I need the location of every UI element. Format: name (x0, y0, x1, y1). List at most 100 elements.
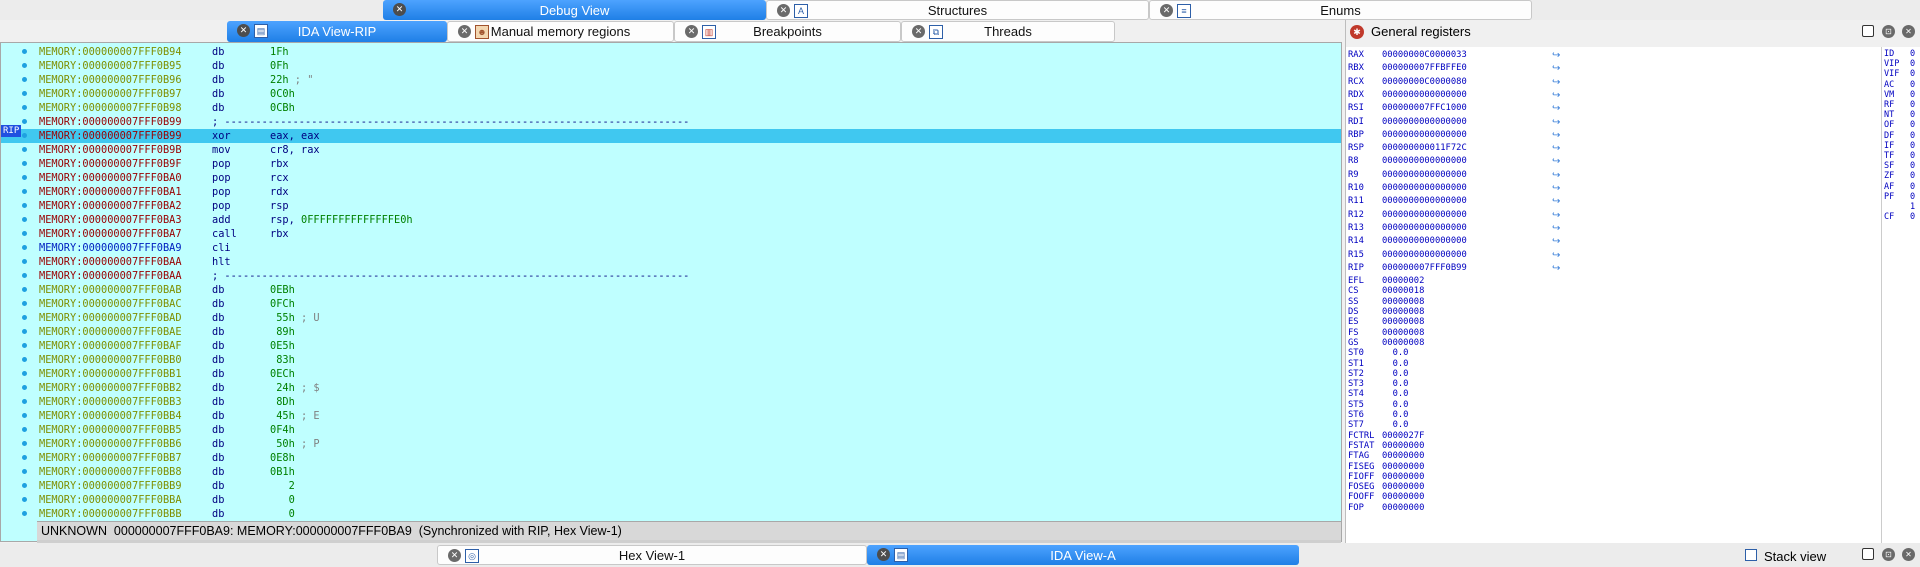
disasm-line[interactable]: MEMORY:000000007FFF0BB6 db 50h ; P (1, 437, 1341, 451)
register-value[interactable]: 0000000000000000 (1382, 222, 1467, 235)
breakpoint-dot-icon[interactable] (22, 273, 27, 278)
disasm-line[interactable]: MEMORY:000000007FFF0BAF db 0E5h (1, 339, 1341, 353)
maximize-button[interactable] (1862, 25, 1874, 37)
breakpoint-dot-icon[interactable] (22, 343, 27, 348)
jump-to-address-icon[interactable]: ↪ (1552, 49, 1560, 62)
flag-value[interactable]: 0 (1910, 151, 1915, 161)
tab-manual-memory-regions[interactable]: ✕ ☻ Manual memory regions (447, 21, 674, 42)
flag-value[interactable]: 0 (1910, 161, 1915, 171)
breakpoint-dot-icon[interactable] (22, 147, 27, 152)
jump-to-address-icon[interactable]: ↪ (1552, 116, 1560, 129)
jump-to-address-icon[interactable]: ↪ (1552, 262, 1560, 275)
disasm-line[interactable]: MEMORY:000000007FFF0BAE db 89h (1, 325, 1341, 339)
register-value[interactable]: 0000000000000000 (1382, 169, 1467, 182)
breakpoint-dot-icon[interactable] (22, 399, 27, 404)
disasm-line[interactable]: MEMORY:000000007FFF0BAB db 0EBh (1, 283, 1341, 297)
tab-ida-view-a[interactable]: ✕ ▤ IDA View-A (867, 545, 1299, 565)
flag-value[interactable]: 0 (1910, 69, 1915, 79)
disasm-line[interactable]: MEMORY:000000007FFF0B94 db 1Fh (1, 45, 1341, 59)
close-button[interactable]: ✕ (1902, 25, 1915, 38)
breakpoint-dot-icon[interactable] (22, 427, 27, 432)
disasm-line[interactable]: MEMORY:000000007FFF0B99 ; ---------------… (1, 115, 1341, 129)
breakpoint-dot-icon[interactable] (22, 77, 27, 82)
jump-to-address-icon[interactable]: ↪ (1552, 235, 1560, 248)
disasm-line[interactable]: MEMORY:000000007FFF0B99 xor eax, eax (1, 129, 1341, 143)
float-button[interactable]: ⊡ (1882, 548, 1895, 561)
disasm-line[interactable]: MEMORY:000000007FFF0BBB db 0 (1, 507, 1341, 521)
disasm-line[interactable]: MEMORY:000000007FFF0B9F pop rbx (1, 157, 1341, 171)
breakpoint-dot-icon[interactable] (22, 63, 27, 68)
disasm-line[interactable]: MEMORY:000000007FFF0BA3 add rsp, 0FFFFFFFF… (1, 213, 1341, 227)
tab-threads[interactable]: ✕ ⧉ Threads (901, 21, 1115, 42)
disasm-line[interactable]: MEMORY:000000007FFF0BAA ; ---------------… (1, 269, 1341, 283)
register-value[interactable]: 0000000000000000 (1382, 249, 1467, 262)
jump-to-address-icon[interactable]: ↪ (1552, 249, 1560, 262)
close-icon[interactable]: ✕ (777, 4, 790, 17)
register-value[interactable]: 0000000000000000 (1382, 129, 1467, 142)
breakpoint-dot-icon[interactable] (22, 371, 27, 376)
jump-to-address-icon[interactable]: ↪ (1552, 89, 1560, 102)
flag-value[interactable]: 0 (1910, 192, 1915, 202)
tab-structures[interactable]: ✕ A Structures (766, 0, 1149, 20)
disasm-line[interactable]: MEMORY:000000007FFF0BA9 cli (1, 241, 1341, 255)
tab-debug-view[interactable]: ✕ Debug View (383, 0, 766, 20)
close-icon[interactable]: ✕ (458, 25, 471, 38)
jump-to-address-icon[interactable]: ↪ (1552, 62, 1560, 75)
disasm-line[interactable]: MEMORY:000000007FFF0BAC db 0FCh (1, 297, 1341, 311)
close-icon[interactable]: ✕ (912, 25, 925, 38)
disasm-line[interactable]: MEMORY:000000007FFF0BAD db 55h ; U (1, 311, 1341, 325)
breakpoint-dot-icon[interactable] (22, 49, 27, 54)
flag-value[interactable]: 0 (1910, 141, 1915, 151)
disasm-line[interactable]: MEMORY:000000007FFF0B95 db 0Fh (1, 59, 1341, 73)
tab-hex-view-1[interactable]: ✕ ◎ Hex View-1 (437, 545, 867, 565)
register-value[interactable]: 000000007FFC1000 (1382, 102, 1467, 115)
breakpoint-dot-icon[interactable] (22, 105, 27, 110)
disasm-line[interactable]: MEMORY:000000007FFF0BA7 call rbx (1, 227, 1341, 241)
disasm-line[interactable]: MEMORY:000000007FFF0BBA db 0 (1, 493, 1341, 507)
register-value[interactable]: 00000000C0000033 (1382, 49, 1467, 62)
tab-ida-view-rip[interactable]: ✕ ▤ IDA View-RIP (227, 21, 447, 42)
jump-to-address-icon[interactable]: ↪ (1552, 222, 1560, 235)
breakpoint-dot-icon[interactable] (22, 497, 27, 502)
breakpoint-dot-icon[interactable] (22, 203, 27, 208)
flag-value[interactable]: 0 (1910, 59, 1915, 69)
breakpoint-dot-icon[interactable] (22, 385, 27, 390)
close-icon[interactable]: ✕ (685, 25, 698, 38)
disassembly-view[interactable]: MEMORY:000000007FFF0B94 db 1Fh MEMORY:00000… (0, 42, 1342, 543)
close-icon[interactable]: ✕ (393, 3, 406, 16)
breakpoint-dot-icon[interactable] (22, 245, 27, 250)
disasm-line[interactable]: MEMORY:000000007FFF0B97 db 0C0h (1, 87, 1341, 101)
breakpoint-dot-icon[interactable] (22, 119, 27, 124)
register-value[interactable]: 0000000000000000 (1382, 195, 1467, 208)
breakpoint-dot-icon[interactable] (22, 441, 27, 446)
disasm-line[interactable]: MEMORY:000000007FFF0BB4 db 45h ; E (1, 409, 1341, 423)
breakpoint-dot-icon[interactable] (22, 133, 27, 138)
flag-value[interactable]: 0 (1910, 90, 1915, 100)
float-button[interactable]: ⊡ (1882, 25, 1895, 38)
flag-value[interactable]: 0 (1910, 171, 1915, 181)
disasm-line[interactable]: MEMORY:000000007FFF0B96 db 22h ; " (1, 73, 1341, 87)
breakpoint-dot-icon[interactable] (22, 315, 27, 320)
disasm-line[interactable]: MEMORY:000000007FFF0B98 db 0CBh (1, 101, 1341, 115)
jump-to-address-icon[interactable]: ↪ (1552, 169, 1560, 182)
jump-to-address-icon[interactable]: ↪ (1552, 76, 1560, 89)
tab-enums[interactable]: ✕ ≡ Enums (1149, 0, 1532, 20)
maximize-button[interactable] (1862, 548, 1874, 560)
breakpoint-dot-icon[interactable] (22, 91, 27, 96)
tab-breakpoints[interactable]: ✕ ▥ Breakpoints (674, 21, 901, 42)
disasm-line[interactable]: MEMORY:000000007FFF0BB5 db 0F4h (1, 423, 1341, 437)
breakpoint-dot-icon[interactable] (22, 189, 27, 194)
register-value[interactable]: 0000000000000000 (1382, 116, 1467, 129)
disasm-line[interactable]: MEMORY:000000007FFF0BB0 db 83h (1, 353, 1341, 367)
breakpoint-dot-icon[interactable] (22, 231, 27, 236)
disasm-line[interactable]: MEMORY:000000007FFF0BB9 db 2 (1, 479, 1341, 493)
flag-value[interactable]: 0 (1910, 212, 1915, 222)
disasm-line[interactable]: MEMORY:000000007FFF0BB1 db 0ECh (1, 367, 1341, 381)
register-value[interactable]: 000000007FFBFFE0 (1382, 62, 1467, 75)
breakpoint-dot-icon[interactable] (22, 469, 27, 474)
flag-value[interactable]: 1 (1910, 202, 1915, 212)
register-value[interactable]: 0000000000000000 (1382, 155, 1467, 168)
breakpoint-dot-icon[interactable] (22, 329, 27, 334)
flag-value[interactable]: 0 (1910, 100, 1915, 110)
disasm-line[interactable]: MEMORY:000000007FFF0BB8 db 0B1h (1, 465, 1341, 479)
